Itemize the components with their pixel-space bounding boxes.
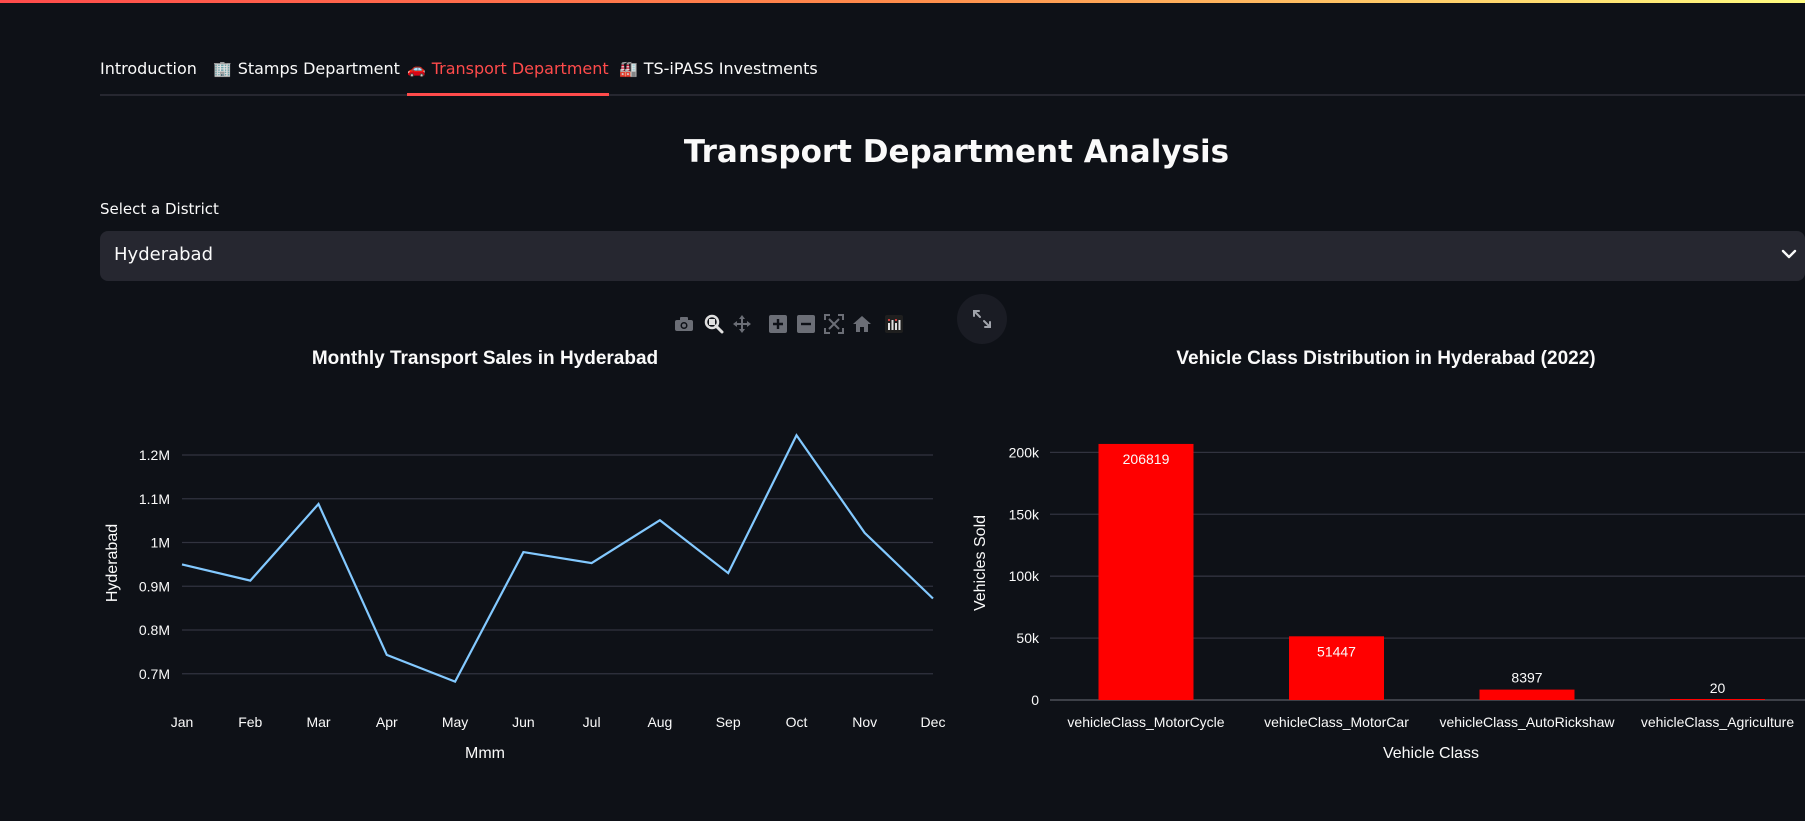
line-ytick-label: 0.7M	[139, 666, 170, 682]
charts-area: Monthly Transport Sales in Hyderabad 0.7…	[104, 348, 1805, 762]
line-series	[181, 433, 934, 683]
district-select[interactable]: Hyderabad	[100, 231, 1805, 281]
tab-label: Introduction	[100, 59, 197, 78]
bar-xtick-label: vehicleClass_MotorCar	[1264, 714, 1409, 730]
bar-data-label: 20	[1710, 680, 1726, 696]
tab-label: Transport Department	[431, 59, 609, 78]
district-select-label: Select a District	[100, 200, 219, 218]
line-ytick-label: 1.1M	[139, 491, 170, 507]
bar-data-label: 206819	[1123, 451, 1170, 467]
line-ytick-label: 1M	[151, 535, 170, 551]
line-xtick-label: Sep	[716, 714, 741, 730]
line-xtick-label: Apr	[376, 714, 398, 730]
district-select-value: Hyderabad	[114, 244, 213, 265]
bar-xtick-label: vehicleClass_MotorCycle	[1067, 714, 1224, 730]
bar-xtick-label: vehicleClass_AutoRickshaw	[1439, 714, 1615, 730]
line-chart-ylabel: Hyderabad	[104, 524, 121, 602]
bar-ytick-label: 100k	[1009, 568, 1040, 584]
line-chart-xlabel: Mmm	[465, 745, 505, 762]
bar	[1479, 689, 1575, 700]
tab-transport-department[interactable]: 🚗 Transport Department	[407, 52, 609, 96]
line-xtick-label: May	[442, 714, 468, 730]
line-ytick-label: 1.2M	[139, 447, 170, 463]
tab-label: TS-iPASS Investments	[643, 59, 818, 78]
line-chart: Monthly Transport Sales in Hyderabad 0.7…	[104, 348, 945, 762]
bar	[1670, 699, 1765, 700]
line-xtick-label: Jan	[171, 714, 194, 730]
bar-chart-ylabel: Vehicles Sold	[972, 515, 989, 611]
line-chart-title: Monthly Transport Sales in Hyderabad	[312, 348, 658, 369]
top-accent-bar	[0, 0, 1805, 3]
bar-ytick-label: 150k	[1009, 506, 1040, 522]
line-xtick-label: Mar	[306, 714, 330, 730]
bar-chart-xlabel: Vehicle Class	[1383, 745, 1479, 762]
bar	[1098, 443, 1194, 700]
tab-stamps-department[interactable]: 🏢 Stamps Department	[213, 52, 400, 94]
bar-xtick-label: vehicleClass_Agriculture	[1641, 714, 1795, 730]
tab-bar: Introduction 🏢 Stamps Department 🚗 Transpo…	[100, 52, 1805, 96]
bar-data-label: 8397	[1511, 670, 1542, 686]
chevron-down-icon	[1781, 249, 1797, 259]
line-xtick-label: Aug	[647, 714, 672, 730]
bar-data-label: 51447	[1317, 643, 1356, 659]
tab-ts-ipass-investments[interactable]: 🏭 TS-iPASS Investments	[619, 52, 818, 94]
tab-label: Stamps Department	[237, 59, 400, 78]
tab-introduction[interactable]: Introduction	[100, 52, 197, 94]
bar-chart: Vehicle Class Distribution in Hyderabad …	[972, 348, 1805, 762]
line-ytick-label: 0.8M	[139, 622, 170, 638]
office-building-icon: 🏢	[213, 60, 232, 78]
bar-ytick-label: 0	[1031, 692, 1039, 708]
line-ytick-label: 0.9M	[139, 578, 170, 594]
page-title: Transport Department Analysis	[683, 134, 1230, 170]
line-xtick-label: Dec	[921, 714, 946, 730]
bar-ytick-label: 50k	[1016, 630, 1040, 646]
fullscreen-icon	[973, 310, 991, 328]
factory-icon: 🏭	[619, 60, 638, 78]
bar-chart-title: Vehicle Class Distribution in Hyderabad …	[1176, 348, 1595, 369]
car-icon: 🚗	[407, 60, 426, 78]
line-xtick-label: Feb	[238, 714, 262, 730]
line-xtick-label: Jul	[583, 714, 601, 730]
bar-ytick-label: 200k	[1009, 444, 1040, 460]
line-xtick-label: Oct	[786, 714, 808, 730]
line-xtick-label: Nov	[852, 714, 877, 730]
line-xtick-label: Jun	[512, 714, 535, 730]
